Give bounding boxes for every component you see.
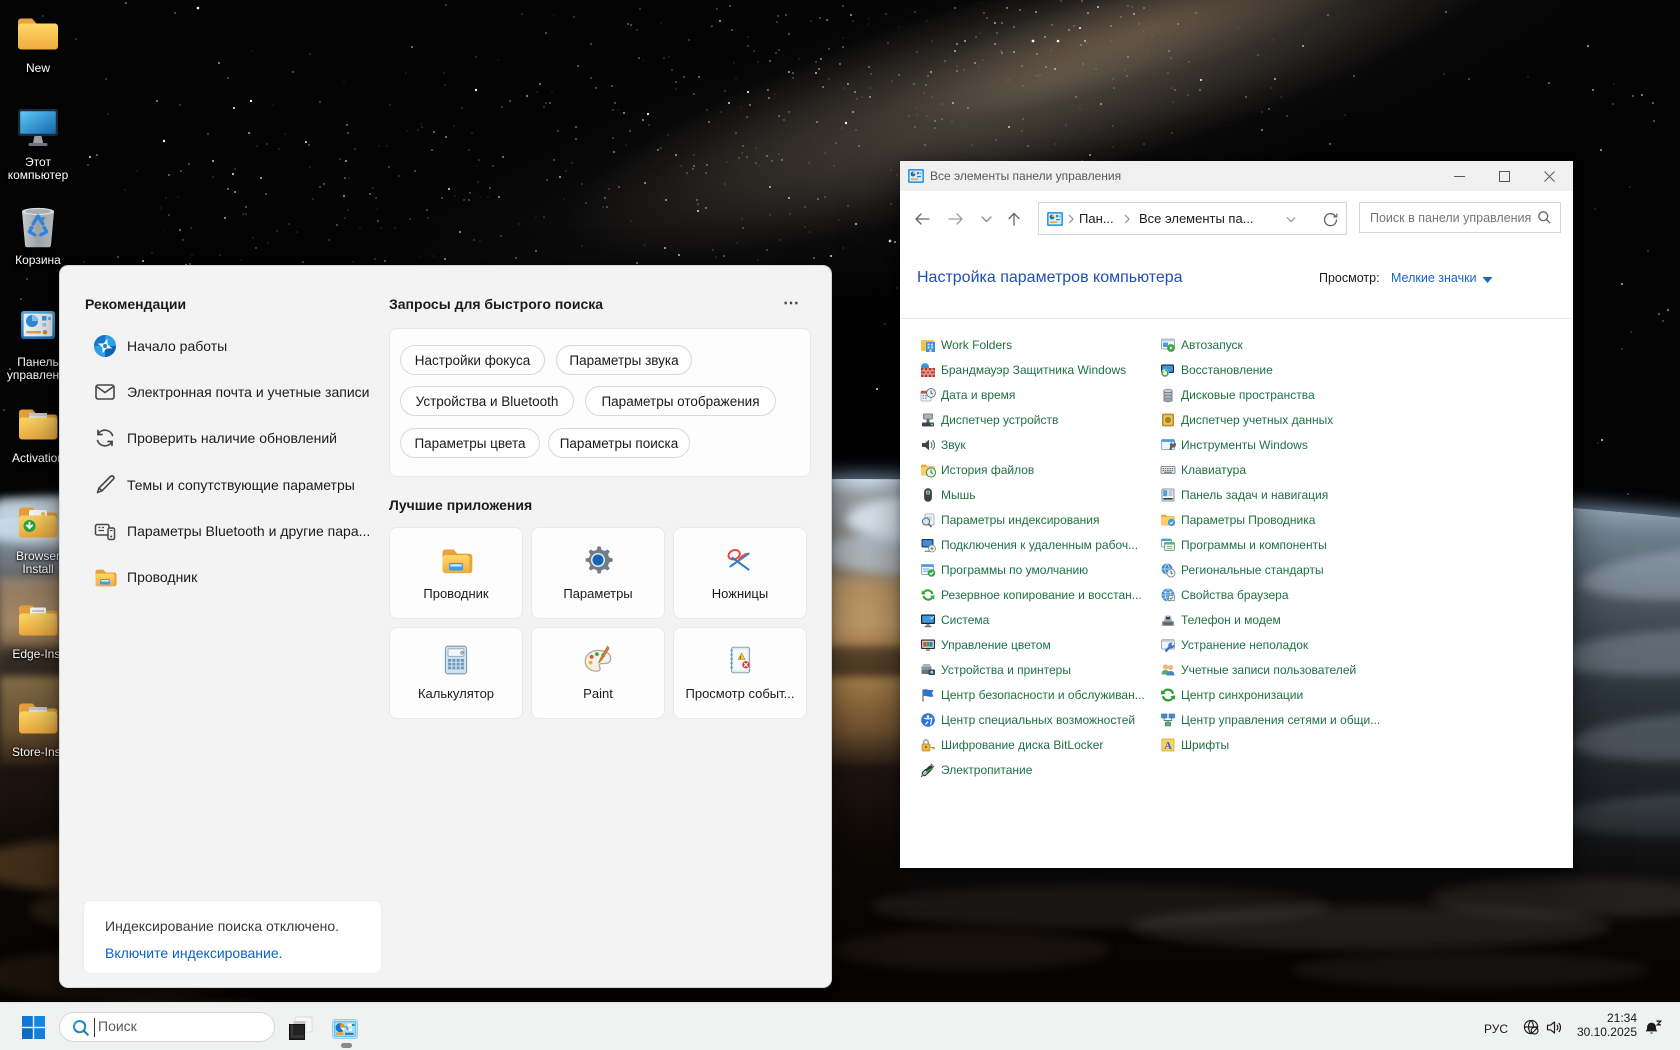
svg-text:0: 0 [460, 650, 464, 657]
svg-text:A: A [1164, 741, 1172, 752]
